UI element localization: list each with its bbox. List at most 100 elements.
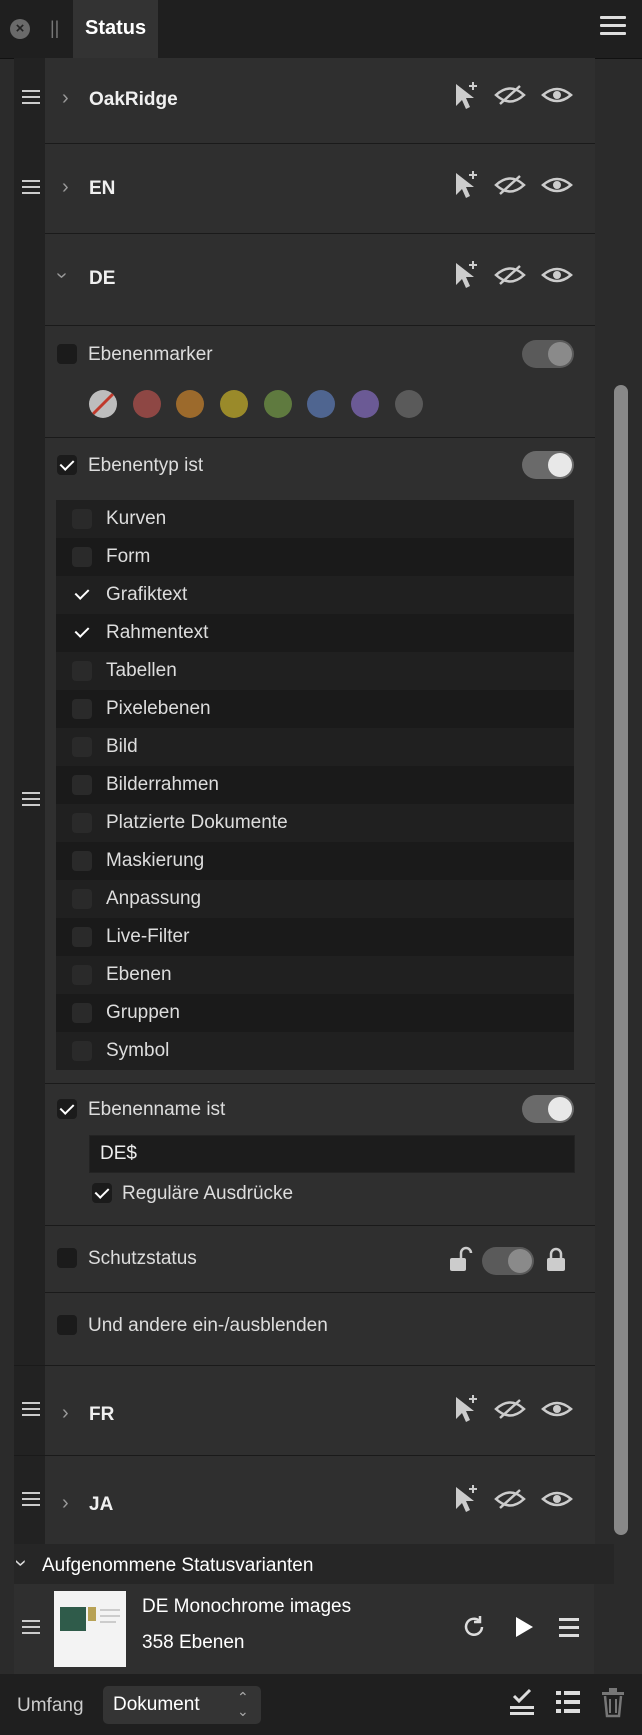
apply-state-icon[interactable] xyxy=(22,1402,40,1420)
grip-icon[interactable]: || xyxy=(50,18,59,39)
color-gray-swatch[interactable] xyxy=(395,390,423,418)
play-icon[interactable] xyxy=(513,1615,535,1639)
layer-type-form[interactable]: Form xyxy=(56,538,574,576)
type-checkbox[interactable] xyxy=(72,623,92,643)
show-layers-icon[interactable] xyxy=(541,175,573,195)
chevron-right-icon[interactable]: › xyxy=(62,1492,69,1515)
layer-type-platzierte-dokumente[interactable]: Platzierte Dokumente xyxy=(56,804,574,842)
select-layers-icon[interactable] xyxy=(453,80,481,110)
layer-name-label: Ebenenname ist xyxy=(88,1099,226,1120)
state-thumbnail xyxy=(54,1591,126,1667)
type-checkbox[interactable] xyxy=(72,851,92,871)
apply-state-icon[interactable] xyxy=(22,90,40,108)
divider xyxy=(45,437,595,438)
state-name-en[interactable]: EN xyxy=(89,178,115,200)
chevron-right-icon[interactable]: › xyxy=(62,1402,69,1425)
item-menu-icon[interactable] xyxy=(559,1618,579,1637)
color-green-swatch[interactable] xyxy=(264,390,292,418)
chevron-right-icon[interactable]: › xyxy=(62,87,69,110)
type-checkbox[interactable] xyxy=(72,585,92,605)
unlock-icon xyxy=(450,1246,473,1271)
layer-type-maskierung[interactable]: Maskierung xyxy=(56,842,574,880)
layer-type-anpassung[interactable]: Anpassung xyxy=(56,880,574,918)
close-icon[interactable]: × xyxy=(10,19,30,39)
layer-name-input[interactable]: DE$ xyxy=(89,1135,575,1173)
layer-type-toggle[interactable] xyxy=(522,451,574,479)
scope-label: Umfang xyxy=(17,1695,84,1716)
layer-type-bilderrahmen[interactable]: Bilderrahmen xyxy=(56,766,574,804)
hide-layers-icon[interactable] xyxy=(494,174,526,196)
type-checkbox[interactable] xyxy=(72,1003,92,1023)
refresh-icon[interactable] xyxy=(461,1614,487,1640)
protection-toggle[interactable] xyxy=(482,1247,534,1275)
select-layers-icon[interactable] xyxy=(453,1483,481,1513)
color-blue-swatch[interactable] xyxy=(307,390,335,418)
apply-state-icon[interactable] xyxy=(22,180,40,198)
chevron-down-icon[interactable]: › xyxy=(50,272,73,279)
type-checkbox[interactable] xyxy=(72,965,92,985)
apply-state-icon[interactable] xyxy=(22,1492,40,1510)
select-layers-icon[interactable] xyxy=(453,1393,481,1423)
select-layers-icon[interactable] xyxy=(453,169,481,199)
type-checkbox[interactable] xyxy=(72,661,92,681)
type-checkbox[interactable] xyxy=(72,775,92,795)
others-checkbox[interactable] xyxy=(57,1315,77,1335)
show-layers-icon[interactable] xyxy=(541,1399,573,1419)
layer-marker-toggle[interactable] xyxy=(522,340,574,368)
state-name-ja[interactable]: JA xyxy=(89,1494,113,1516)
regex-checkbox[interactable] xyxy=(92,1183,112,1203)
type-checkbox[interactable] xyxy=(72,737,92,757)
layer-type-ebenen[interactable]: Ebenen xyxy=(56,956,574,994)
chevron-right-icon[interactable]: › xyxy=(62,176,69,199)
layer-type-rahmentext[interactable]: Rahmentext xyxy=(56,614,574,652)
color-purple-swatch[interactable] xyxy=(351,390,379,418)
apply-state-icon[interactable] xyxy=(22,792,40,810)
state-list-icon[interactable] xyxy=(554,1688,582,1718)
hamburger-menu-icon[interactable] xyxy=(600,16,626,40)
hide-layers-icon[interactable] xyxy=(494,84,526,106)
type-checkbox[interactable] xyxy=(72,509,92,529)
type-checkbox[interactable] xyxy=(72,699,92,719)
show-layers-icon[interactable] xyxy=(541,265,573,285)
type-checkbox[interactable] xyxy=(72,1041,92,1061)
color-red-swatch[interactable] xyxy=(133,390,161,418)
layer-type-bild[interactable]: Bild xyxy=(56,728,574,766)
layer-type-gruppen[interactable]: Gruppen xyxy=(56,994,574,1032)
layer-type-kurven[interactable]: Kurven xyxy=(56,500,574,538)
state-name-oakridge[interactable]: OakRidge xyxy=(89,89,178,111)
scope-select[interactable]: Dokument ⌃ ⌄ xyxy=(103,1686,261,1724)
show-layers-icon[interactable] xyxy=(541,1489,573,1509)
color-yellow-swatch[interactable] xyxy=(220,390,248,418)
layer-name-checkbox[interactable] xyxy=(57,1099,77,1119)
layer-type-checkbox[interactable] xyxy=(57,455,77,475)
scrollbar[interactable] xyxy=(614,385,628,1535)
state-name-de[interactable]: DE xyxy=(89,268,115,290)
layer-type-live-filter[interactable]: Live-Filter xyxy=(56,918,574,956)
chevron-down-icon[interactable]: › xyxy=(9,1559,35,1566)
layer-type-grafiktext[interactable]: Grafiktext xyxy=(56,576,574,614)
layer-type-tabellen[interactable]: Tabellen xyxy=(56,652,574,690)
layer-marker-checkbox[interactable] xyxy=(57,344,77,364)
hide-layers-icon[interactable] xyxy=(494,1398,526,1420)
protection-checkbox[interactable] xyxy=(57,1248,77,1268)
hide-layers-icon[interactable] xyxy=(494,1488,526,1510)
apply-state-icon[interactable] xyxy=(508,1688,536,1718)
trash-icon[interactable] xyxy=(600,1686,626,1718)
show-layers-icon[interactable] xyxy=(541,85,573,105)
state-name-fr[interactable]: FR xyxy=(89,1404,114,1426)
list-icon[interactable] xyxy=(22,1620,40,1638)
select-layers-icon[interactable] xyxy=(453,259,481,289)
hide-layers-icon[interactable] xyxy=(494,264,526,286)
layer-type-symbol[interactable]: Symbol xyxy=(56,1032,574,1070)
type-checkbox[interactable] xyxy=(72,927,92,947)
type-checkbox[interactable] xyxy=(72,547,92,567)
layer-name-toggle[interactable] xyxy=(522,1095,574,1123)
type-label: Grafiktext xyxy=(106,584,188,605)
color-none-swatch[interactable] xyxy=(89,390,117,418)
layer-type-pixelebenen[interactable]: Pixelebenen xyxy=(56,690,574,728)
color-orange-swatch[interactable] xyxy=(176,390,204,418)
divider xyxy=(45,1083,595,1084)
type-label: Ebenen xyxy=(106,964,172,985)
type-checkbox[interactable] xyxy=(72,889,92,909)
type-checkbox[interactable] xyxy=(72,813,92,833)
